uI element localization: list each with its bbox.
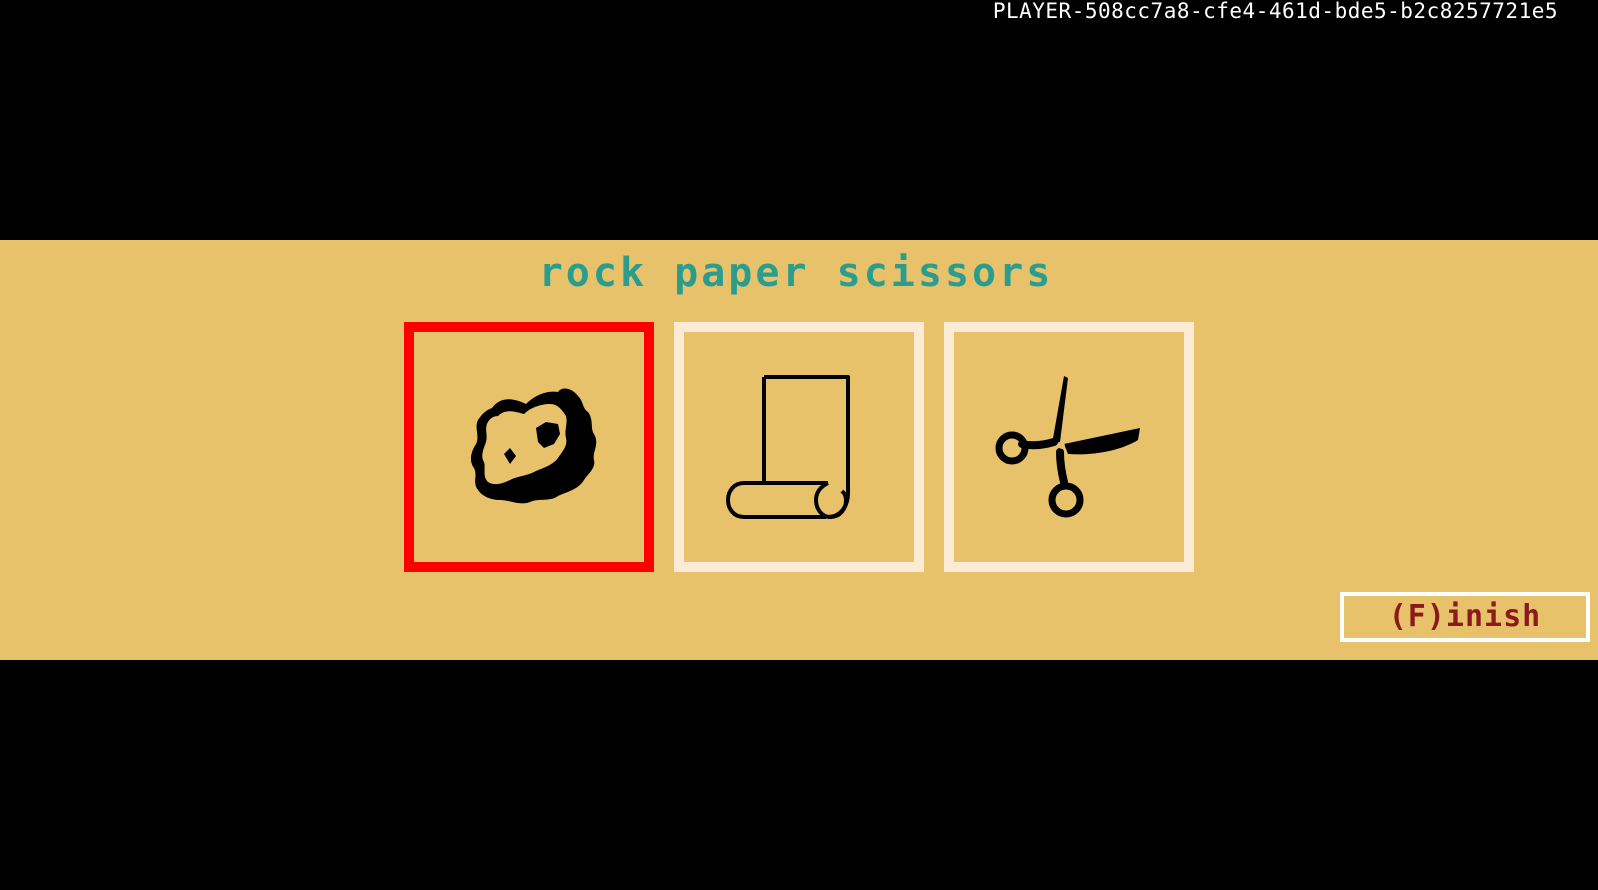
scissors-icon xyxy=(995,376,1140,518)
paper-scroll-icon xyxy=(726,375,850,519)
player-id-label: PLAYER-508cc7a8-cfe4-461d-bde5-b2c825772… xyxy=(992,0,1558,23)
game-screen: PLAYER-508cc7a8-cfe4-461d-bde5-b2c825772… xyxy=(0,0,1598,890)
finish-button[interactable]: (F)inish xyxy=(1340,592,1590,642)
game-title: rock paper scissors xyxy=(538,250,1054,296)
choice-paper-button[interactable] xyxy=(674,322,924,572)
choice-scissors-button[interactable] xyxy=(944,322,1194,572)
choice-rock-button[interactable] xyxy=(404,322,654,572)
rock-icon xyxy=(470,388,597,504)
